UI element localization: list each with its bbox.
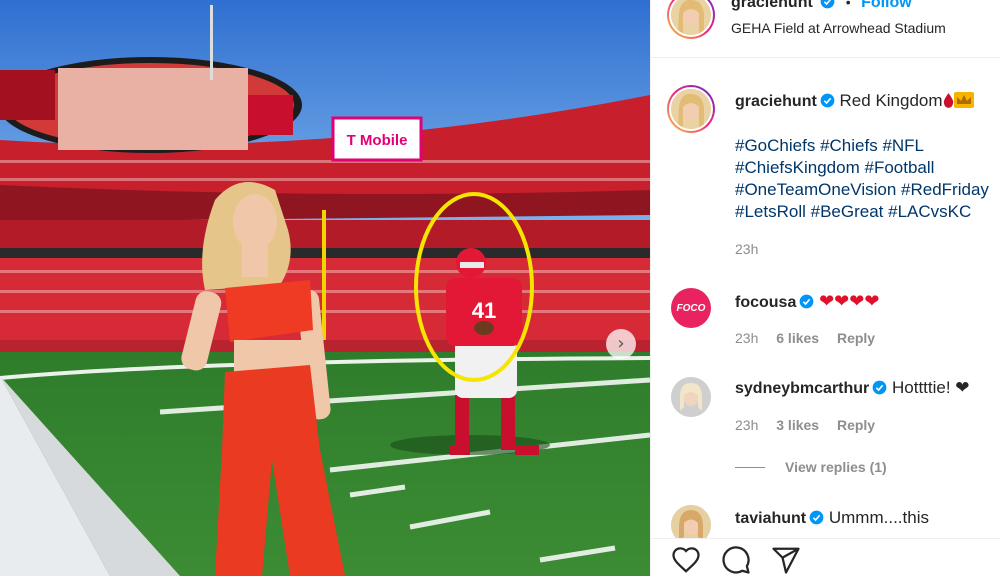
post-actions-bar <box>651 538 1000 576</box>
stadium-sign: T Mobile <box>347 132 408 149</box>
caption-timestamp[interactable]: 23h <box>735 241 758 257</box>
next-photo-button[interactable]: › <box>606 329 636 359</box>
verified-icon <box>809 510 824 525</box>
share-button[interactable] <box>771 545 801 575</box>
post-location[interactable]: GEHA Field at Arrowhead Stadium <box>731 20 946 36</box>
hashtag[interactable]: #LACvsKC <box>888 202 971 221</box>
commenter-username[interactable]: taviahunt <box>735 510 806 527</box>
hashtag[interactable]: #OneTeamOneVision <box>735 180 896 199</box>
post-photo: T Mobile 41 › <box>0 0 650 576</box>
hashtag[interactable]: #Football <box>864 158 934 177</box>
verified-icon <box>872 380 887 395</box>
comment-text: Ummm....this <box>828 508 929 527</box>
hashtag[interactable]: #LetsRoll <box>735 202 806 221</box>
follow-button[interactable]: Follow <box>861 0 912 11</box>
reply-button[interactable]: Reply <box>837 417 875 433</box>
heart-icon <box>672 547 700 573</box>
stadium-scene: T Mobile 41 <box>0 0 650 576</box>
hashtag[interactable]: #NFL <box>882 136 924 155</box>
view-replies-button[interactable]: View replies (1) <box>735 459 887 477</box>
commenter-username[interactable]: sydneybmcarthur <box>735 380 869 397</box>
view-replies-label: View replies (1) <box>785 459 887 475</box>
comment-likes[interactable]: 6 likes <box>776 330 819 346</box>
caption-author-username[interactable]: graciehunt <box>735 93 817 110</box>
crown-icon <box>953 92 974 108</box>
verified-icon <box>820 0 835 9</box>
commenter-avatar[interactable] <box>671 377 711 417</box>
jersey-number: 41 <box>472 298 496 323</box>
author-avatar[interactable] <box>667 0 715 39</box>
commenter-username[interactable]: focousa <box>735 294 796 311</box>
comment-likes[interactable]: 3 likes <box>776 417 819 433</box>
verified-icon <box>799 294 814 309</box>
comment-button[interactable] <box>721 545 751 575</box>
chevron-right-icon: › <box>617 333 625 354</box>
follow-separator: • <box>845 0 851 10</box>
view-replies-line <box>735 467 765 469</box>
verified-icon <box>820 93 835 108</box>
caption-author-avatar[interactable] <box>667 85 715 133</box>
hashtag[interactable]: #GoChiefs <box>735 136 815 155</box>
drop-of-blood-icon <box>943 93 953 108</box>
hashtag[interactable]: #RedFriday <box>901 180 989 199</box>
comment-text: Hottttie! ❤ <box>892 378 970 397</box>
hashtag[interactable]: #ChiefsKingdom <box>735 158 860 177</box>
comment-text: ❤❤❤❤ <box>819 291 880 311</box>
author-username[interactable]: graciehunt <box>731 0 813 11</box>
comment-timestamp[interactable]: 23h <box>735 417 758 433</box>
hashtag[interactable]: #Chiefs <box>820 136 878 155</box>
post-header: graciehunt • Follow GEHA Field at Arrowh… <box>651 0 1000 58</box>
send-icon <box>772 547 800 574</box>
comment-timestamp[interactable]: 23h <box>735 330 758 346</box>
reply-button[interactable]: Reply <box>837 330 875 346</box>
post-side-panel: graciehunt • Follow GEHA Field at Arrowh… <box>650 0 1000 576</box>
foco-logo: FOCO <box>676 302 706 314</box>
commenter-avatar[interactable]: FOCO <box>671 288 711 328</box>
comment-icon <box>722 546 750 574</box>
like-button[interactable] <box>671 545 701 575</box>
hashtag[interactable]: #BeGreat <box>811 202 884 221</box>
caption-text: Red Kingdom <box>839 91 943 110</box>
hashtags: #GoChiefs #Chiefs #NFL #ChiefsKingdom #F… <box>735 135 997 223</box>
